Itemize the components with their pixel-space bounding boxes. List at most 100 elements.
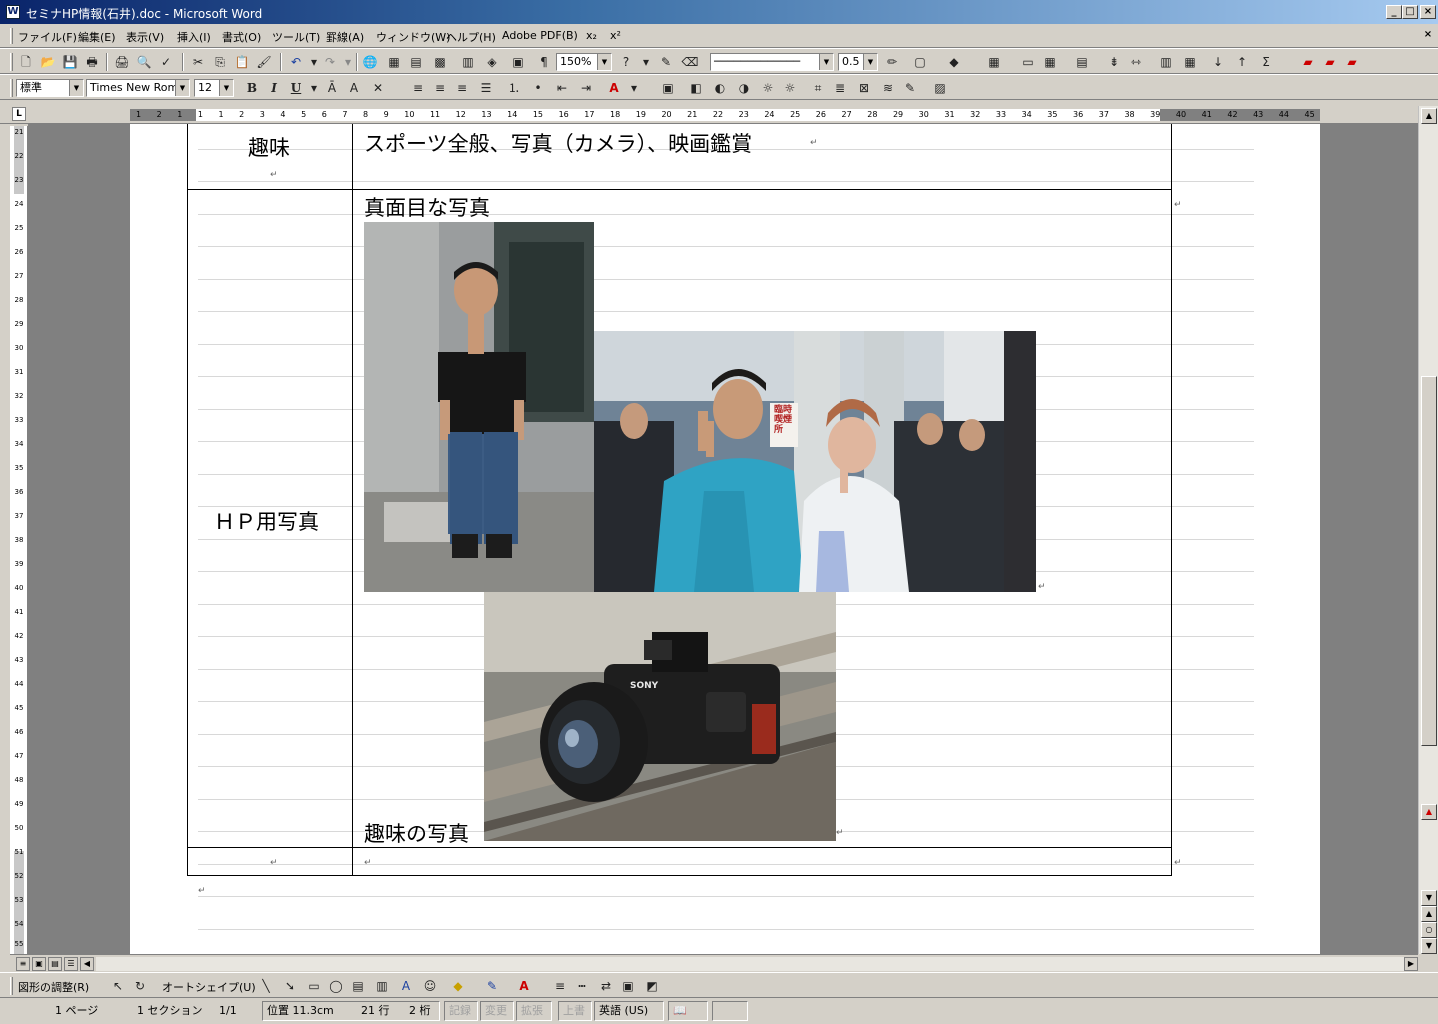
character-border-icon[interactable]: Ā bbox=[322, 78, 342, 98]
toolbar-grip[interactable] bbox=[10, 53, 13, 71]
select-objects-icon[interactable]: ↖ bbox=[108, 976, 128, 996]
camera-photo[interactable]: SONY bbox=[484, 592, 836, 841]
hobby-label[interactable]: 趣味 bbox=[248, 132, 290, 162]
merge-cells-icon[interactable]: ▭ bbox=[1018, 52, 1038, 72]
print-preview-icon[interactable]: 🔍 bbox=[134, 52, 154, 72]
toolbar-grip[interactable] bbox=[10, 79, 13, 97]
tab-selector[interactable]: L bbox=[12, 107, 26, 121]
line-style-icon[interactable]: ≣ bbox=[830, 78, 850, 98]
hobby-photo-caption[interactable]: 趣味の写真 bbox=[364, 818, 469, 848]
scroll-thumb[interactable] bbox=[1421, 376, 1437, 746]
underline-dropdown-icon[interactable]: ▾ bbox=[304, 78, 324, 98]
oval-tool-icon[interactable]: ◯ bbox=[326, 976, 346, 996]
more-brightness-icon[interactable]: ☼ bbox=[758, 78, 778, 98]
font-color-dropdown-icon[interactable]: ▾ bbox=[624, 78, 644, 98]
outline-view-icon[interactable]: ☰ bbox=[64, 957, 78, 971]
style-combo[interactable]: 標準 ▼ bbox=[16, 79, 84, 97]
increase-indent-icon[interactable]: ⇥ bbox=[576, 78, 596, 98]
scroll-right-icon[interactable]: ▶ bbox=[1404, 957, 1418, 971]
document-map-icon[interactable]: ▣ bbox=[508, 52, 528, 72]
permission-icon[interactable]: 🖶 bbox=[82, 52, 102, 72]
status-record-macro[interactable]: 記録 bbox=[444, 1001, 478, 1021]
sort-ascending-icon[interactable]: ↓ bbox=[1208, 52, 1228, 72]
status-track-changes[interactable]: 変更 bbox=[480, 1001, 514, 1021]
arrow-tool-icon[interactable]: ➘ bbox=[280, 976, 300, 996]
split-cells-icon[interactable]: ▦ bbox=[1040, 52, 1060, 72]
borders-icon[interactable]: ▢ bbox=[910, 52, 930, 72]
pdf-email-icon[interactable]: ▰ bbox=[1320, 52, 1340, 72]
italic-button[interactable]: I bbox=[264, 78, 284, 98]
chevron-down-icon[interactable]: ▼ bbox=[863, 54, 877, 70]
align-icon[interactable]: ▤ bbox=[1072, 52, 1092, 72]
menu-help[interactable]: ヘルプ(H) bbox=[446, 29, 496, 45]
autosum-icon[interactable]: Σ bbox=[1256, 52, 1276, 72]
underline-button[interactable]: U bbox=[286, 78, 306, 98]
numbering-icon[interactable]: ⒈ bbox=[504, 78, 524, 98]
menu-table[interactable]: 罫線(A) bbox=[326, 29, 364, 45]
shadow-style-icon[interactable]: ▣ bbox=[618, 976, 638, 996]
new-document-icon[interactable]: 🗋 bbox=[16, 52, 36, 72]
text-box-icon[interactable]: ▤ bbox=[348, 976, 368, 996]
hyperlink-icon[interactable]: 🌐 bbox=[360, 52, 380, 72]
print-layout-icon[interactable]: ▤ bbox=[48, 957, 62, 971]
autoformat-icon[interactable]: ▥ bbox=[1156, 52, 1176, 72]
compress-pictures-icon[interactable]: ⊠ bbox=[854, 78, 874, 98]
ceremony-photo[interactable]: 臨時喫煙所 bbox=[594, 331, 1036, 592]
title-bar[interactable]: W セミナHP情報(石井).doc - Microsoft Word _ □ × bbox=[0, 0, 1438, 24]
chevron-down-icon[interactable]: ▼ bbox=[819, 54, 833, 70]
line-color-icon[interactable]: ✎ bbox=[482, 976, 502, 996]
minimize-button[interactable]: _ bbox=[1386, 5, 1402, 19]
document-page[interactable]: 趣味 スポーツ全般、写真（カメラ）、映画鑑賞 ↵ ↵ 真面目な写真 ↵ ＨＰ用写… bbox=[130, 124, 1320, 954]
chevron-down-icon[interactable]: ▼ bbox=[597, 54, 611, 70]
bold-button[interactable]: B bbox=[242, 78, 262, 98]
3d-style-icon[interactable]: ◩ bbox=[642, 976, 662, 996]
pen-icon[interactable]: ✎ bbox=[656, 52, 676, 72]
chevron-down-icon[interactable]: ▼ bbox=[175, 80, 189, 96]
align-right-icon[interactable]: ≡ bbox=[452, 78, 472, 98]
dash-style-icon[interactable]: ┅ bbox=[572, 976, 592, 996]
font-combo[interactable]: Times New Roman ▼ bbox=[86, 79, 190, 97]
draw-font-color-icon[interactable]: A bbox=[514, 976, 534, 996]
status-language[interactable]: 英語 (US) bbox=[594, 1001, 664, 1021]
hobby-value[interactable]: スポーツ全般、写真（カメラ）、映画鑑賞 bbox=[364, 128, 752, 158]
horizontal-ruler[interactable]: L 1 2 1 1 1 2 3 4 5 6 7 8 9 10 11 12 13 … bbox=[0, 102, 1438, 124]
tables-borders-icon[interactable]: ▦ bbox=[384, 52, 404, 72]
less-contrast-icon[interactable]: ◑ bbox=[734, 78, 754, 98]
border-color-icon[interactable]: ✏ bbox=[882, 52, 902, 72]
status-overtype[interactable]: 上書 bbox=[558, 1001, 592, 1021]
help-icon[interactable]: ? bbox=[616, 52, 636, 72]
zoom-combo[interactable]: 150% ▼ bbox=[556, 53, 612, 71]
shading-color-icon[interactable]: ◆ bbox=[944, 52, 964, 72]
format-picture-icon[interactable]: ✎ bbox=[900, 78, 920, 98]
horizontal-scroll-track[interactable] bbox=[96, 957, 1416, 971]
serious-photo[interactable] bbox=[364, 222, 594, 592]
fill-color-icon[interactable]: ◆ bbox=[448, 976, 468, 996]
set-transparent-color-icon[interactable]: ▨ bbox=[930, 78, 950, 98]
insert-table-2-icon[interactable]: ▦ bbox=[984, 52, 1004, 72]
insert-picture-icon[interactable]: ▣ bbox=[658, 78, 678, 98]
vertical-ruler[interactable]: 21 22 23 24 25 26 27 28 29 30 31 32 33 3… bbox=[10, 126, 28, 954]
menu-tools[interactable]: ツール(T) bbox=[272, 29, 320, 45]
more-contrast-icon[interactable]: ◐ bbox=[710, 78, 730, 98]
menu-format[interactable]: 書式(O) bbox=[222, 29, 261, 45]
eraser-icon[interactable]: ⌫ bbox=[680, 52, 700, 72]
scroll-down-icon[interactable]: ▼ bbox=[1421, 890, 1437, 906]
open-folder-icon[interactable]: 📂 bbox=[38, 52, 58, 72]
show-hide-icon[interactable]: ¶ bbox=[534, 52, 554, 72]
menu-view[interactable]: 表示(V) bbox=[126, 29, 164, 45]
next-page-icon[interactable]: ▼ bbox=[1421, 938, 1437, 954]
word-app-icon[interactable]: W bbox=[6, 5, 20, 19]
decrease-indent-icon[interactable]: ⇤ bbox=[552, 78, 572, 98]
wordart-icon[interactable]: A bbox=[396, 976, 416, 996]
cut-icon[interactable]: ✂ bbox=[188, 52, 208, 72]
character-shading-icon[interactable]: A bbox=[344, 78, 364, 98]
arrow-style-icon[interactable]: ⇄ bbox=[596, 976, 616, 996]
menu-file[interactable]: ファイル(F) bbox=[18, 29, 77, 45]
print-icon[interactable]: 🖨 bbox=[112, 52, 132, 72]
insert-excel-icon[interactable]: ▩ bbox=[430, 52, 450, 72]
document-close-button[interactable]: × bbox=[1420, 28, 1436, 42]
sort-descending-icon[interactable]: ↑ bbox=[1232, 52, 1252, 72]
paste-icon[interactable]: 📋 bbox=[232, 52, 252, 72]
format-painter-icon[interactable]: 🖌 bbox=[254, 52, 274, 72]
line-weight-combo[interactable]: 0.5 ▼ bbox=[838, 53, 878, 71]
